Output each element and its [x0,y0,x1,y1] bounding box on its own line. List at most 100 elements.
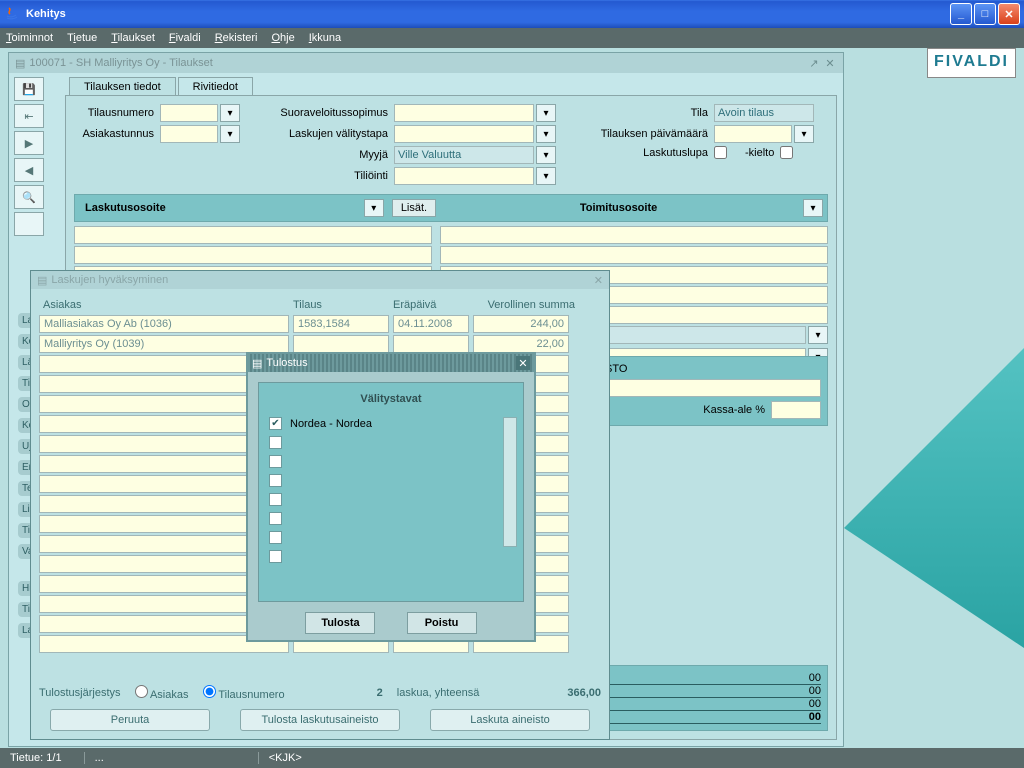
kassa-ale-input[interactable] [771,401,821,419]
inner-close-icon[interactable]: ✕ [823,56,837,70]
tulostus-heading: Välitystavat [269,393,513,405]
suoravel-dd[interactable]: ▾ [536,104,556,122]
tilauspvm-lookup[interactable]: ▾ [794,125,814,143]
inner-window-icon: ▤ [15,57,25,70]
laskujen-val-input[interactable] [394,125,534,143]
window-title: Kehitys [26,8,66,20]
tulostus-title-text: Tulostus [266,357,307,369]
col-summa: Verollinen summa [469,297,579,313]
tab-tilauksen-tiedot[interactable]: Tilauksen tiedot [69,77,176,96]
tilausnumero-lookup[interactable]: ▾ [220,104,240,122]
tulostus-scrollbar[interactable] [503,417,517,547]
total-row: 00 [605,698,821,711]
tiliointi-input[interactable] [394,167,534,185]
checkbox-checked-icon[interactable]: ✔ [269,417,282,430]
kielto-check[interactable] [780,146,793,159]
close-button[interactable]: ✕ [998,3,1020,25]
suoravel-input[interactable] [394,104,534,122]
tulostus-close-icon[interactable]: ✕ [516,356,530,370]
asiakastunnus-lookup[interactable]: ▾ [220,125,240,143]
label-laskujen-val: Laskujen välitystapa [274,128,394,140]
toimitus-row[interactable] [440,246,828,264]
label-myyja: Myyjä [274,149,394,161]
sto-row[interactable] [605,379,821,397]
tulosta-button[interactable]: Tulosta [305,612,375,634]
tila-input[interactable] [714,104,814,122]
lh-row[interactable]: Malliyritys Oy (1039) 22,00 [39,335,601,353]
zoom-icon[interactable]: 🔍 [14,185,44,209]
tulostus-titlebar[interactable]: ▤ Tulostus ✕ [248,354,534,372]
java-icon [4,6,20,22]
laskutus-row[interactable] [74,246,432,264]
radio-asiakas[interactable]: Asiakas [135,685,189,701]
blank-tool[interactable] [14,212,44,236]
tulosta-aineisto-button[interactable]: Tulosta laskutusaineisto [240,709,400,731]
lh-grid-header: Asiakas Tilaus Eräpäivä Verollinen summa [39,297,601,313]
checkbox-icon[interactable] [269,493,282,506]
lh-count-label: laskua, yhteensä [397,687,480,699]
laskuta-aineisto-button[interactable]: Laskuta aineisto [430,709,590,731]
tilausnumero-input[interactable] [160,104,218,122]
peruuta-button[interactable]: Peruuta [50,709,210,731]
heading-laskutusosoite: Laskutusosoite [79,199,362,217]
checkbox-icon[interactable] [269,512,282,525]
label-kassa-ale: Kassa-ale % [605,404,765,416]
lh-row[interactable]: Malliasiakas Oy Ab (1036) 1583,1584 04.1… [39,315,601,333]
viitt-dd[interactable]: ▾ [808,326,828,344]
checkbox-icon[interactable] [269,436,282,449]
laskutuslupa-check[interactable] [714,146,727,159]
lisat-button[interactable]: Lisät. [392,199,436,217]
inner-restore-icon[interactable]: ↗ [807,56,821,70]
toimitusosoite-lookup[interactable]: ▾ [803,199,823,217]
asiakastunnus-input[interactable] [160,125,218,143]
heading-toimitusosoite: Toimitusosoite [436,199,801,217]
laskutusosoite-lookup[interactable]: ▾ [364,199,384,217]
status-dots: ... [84,752,104,764]
label-suoravel: Suoraveloitussopimus [274,107,394,119]
lh-window-icon: ▤ [37,274,47,287]
lh-title-text: Laskujen hyväksyminen [51,274,168,286]
label-tilauspvm: Tilauksen päivämäärä [584,128,714,140]
window-titlebar: Kehitys _ □ ✕ [0,0,1024,28]
laskutus-row[interactable] [74,226,432,244]
label-tila: Tila [584,107,714,119]
lh-close-icon[interactable]: ✕ [594,274,603,287]
tiliointi-dd[interactable]: ▾ [536,167,556,185]
back-icon[interactable]: ⇤ [14,104,44,128]
minimize-button[interactable]: _ [950,3,972,25]
myyja-dd[interactable]: ▾ [536,146,556,164]
checkbox-icon[interactable] [269,550,282,563]
tilauspvm-input[interactable] [714,125,792,143]
menu-toiminnot[interactable]: Toiminnot [6,32,53,44]
status-user: <KJK> [258,752,302,764]
inner-title-text: 100071 - SH Malliyritys Oy - Tilaukset [29,57,212,69]
checkbox-icon[interactable] [269,474,282,487]
play-left-icon[interactable]: ◀ [14,158,44,182]
checkbox-icon[interactable] [269,455,282,468]
tabs: Tilauksen tiedot Rivitiedot [69,77,255,96]
laskujen-val-dd[interactable]: ▾ [536,125,556,143]
label-tiliointi: Tiliöinti [274,170,394,182]
valitystapa-item[interactable]: ✔Nordea - Nordea [269,417,513,430]
menu-ikkuna[interactable]: Ikkuna [309,32,341,44]
checkbox-icon[interactable] [269,531,282,544]
menu-ohje[interactable]: Ohje [271,32,294,44]
label-asiakastunnus: Asiakastunnus [74,128,160,140]
tulostus-window-icon: ▤ [252,357,262,370]
myyja-input[interactable] [394,146,534,164]
menu-tietue[interactable]: Tietue [67,32,97,44]
play-right-icon[interactable]: ▶ [14,131,44,155]
maximize-button[interactable]: □ [974,3,996,25]
col-erapaiva: Eräpäivä [389,297,469,313]
menu-rekisteri[interactable]: Rekisteri [215,32,258,44]
toimitus-row[interactable] [440,226,828,244]
inner-titlebar: ▤ 100071 - SH Malliyritys Oy - Tilaukset… [9,53,843,73]
col-tilaus: Tilaus [289,297,389,313]
radio-tilausnumero[interactable]: Tilausnumero [203,685,285,701]
tab-rivitiedot[interactable]: Rivitiedot [178,77,253,96]
menu-fivaldi[interactable]: Fivaldi [169,32,201,44]
menu-tilaukset[interactable]: Tilaukset [111,32,155,44]
poistu-button[interactable]: Poistu [407,612,477,634]
save-icon[interactable]: 💾 [14,77,44,101]
side-toolbar: 💾 ⇤ ▶ ◀ 🔍 [14,77,48,236]
